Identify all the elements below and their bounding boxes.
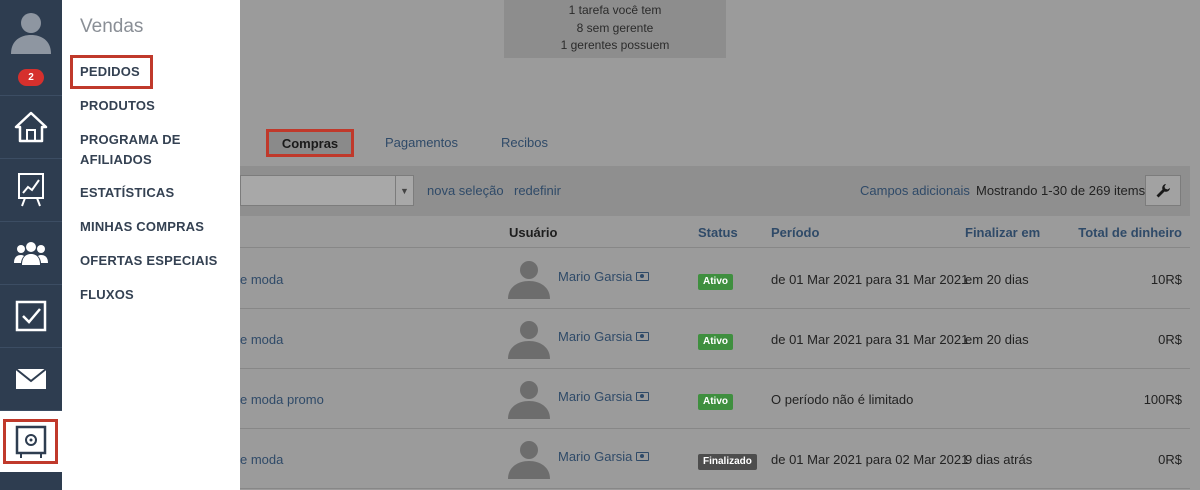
table-header: Usuário Status Período Finalizar em Tota… <box>240 216 1190 248</box>
money-icon <box>636 332 650 341</box>
pedidos-highlight <box>70 55 153 89</box>
user-name[interactable]: Mario Garsia <box>558 329 632 344</box>
user-name[interactable]: Mario Garsia <box>558 269 632 284</box>
sales-flyout-menu: Vendas PEDIDOS PRODUTOS PROGRAMA DE AFIL… <box>62 0 240 490</box>
column-periodo[interactable]: Período <box>771 225 819 240</box>
period-cell: O período não é limitado <box>771 392 914 407</box>
summary-line-tasks[interactable]: 1 tarefa você tem <box>504 2 726 20</box>
user-name[interactable]: Mario Garsia <box>558 449 632 464</box>
user-avatar-icon <box>508 261 550 299</box>
settings-button[interactable] <box>1145 175 1181 206</box>
period-cell: de 01 Mar 2021 para 31 Mar 2021 <box>771 332 969 347</box>
user-link[interactable]: Mario Garsia <box>558 389 650 404</box>
period-cell: de 01 Mar 2021 para 31 Mar 2021 <box>771 272 969 287</box>
status-cell: Ativo <box>698 392 733 410</box>
money-icon <box>636 452 650 461</box>
end-cell: em 20 dias <box>965 272 1029 287</box>
tasks-nav-item[interactable] <box>0 284 62 347</box>
total-cell: 100R$ <box>1143 392 1182 407</box>
tab-pagamentos[interactable]: Pagamentos <box>385 135 458 150</box>
items-count: Mostrando 1-30 de 269 items. <box>976 183 1149 198</box>
new-selection-link[interactable]: nova seleção <box>427 183 504 198</box>
notification-badge[interactable]: 2 <box>18 69 44 86</box>
menu-item-estatisticas[interactable]: ESTATÍSTICAS <box>80 183 174 203</box>
selection-dropdown[interactable]: ▼ <box>240 175 414 206</box>
status-badge: Ativo <box>698 274 733 290</box>
user-avatar[interactable] <box>0 0 62 62</box>
tab-recibos[interactable]: Recibos <box>501 135 548 150</box>
chart-icon <box>18 173 44 207</box>
left-icon-rail: 2 <box>0 0 62 490</box>
user-avatar-icon <box>508 321 550 359</box>
money-icon <box>636 272 650 281</box>
status-cell: Ativo <box>698 272 733 290</box>
status-cell: Finalizado <box>698 452 757 470</box>
total-cell: 0R$ <box>1158 452 1182 467</box>
home-icon <box>14 111 48 143</box>
money-icon <box>636 392 650 401</box>
user-avatar-icon <box>11 13 51 54</box>
column-usuario: Usuário <box>509 225 558 240</box>
user-link[interactable]: Mario Garsia <box>558 449 650 464</box>
reset-link[interactable]: redefinir <box>514 183 561 198</box>
users-icon <box>14 242 48 265</box>
tasks-icon <box>15 300 47 332</box>
subscription-name-link[interactable]: e moda <box>240 272 283 287</box>
user-avatar-icon <box>508 441 550 479</box>
menu-item-minhas-compras[interactable]: MINHAS COMPRAS <box>80 217 204 237</box>
home-nav-item[interactable] <box>0 95 62 158</box>
column-status[interactable]: Status <box>698 225 738 240</box>
status-badge: Ativo <box>698 334 733 350</box>
total-cell: 10R$ <box>1150 272 1182 287</box>
mail-nav-item[interactable] <box>0 347 62 410</box>
summary-line-managers[interactable]: 1 gerentes possuem <box>504 37 726 55</box>
status-badge: Finalizado <box>698 454 757 470</box>
subscription-name-link[interactable]: e moda <box>240 452 283 467</box>
table-row: e moda Mario Garsia Ativo de 01 Mar 2021… <box>240 309 1190 369</box>
menu-item-ofertas-especiais[interactable]: OFERTAS ESPECIAIS <box>80 251 218 271</box>
end-cell: 9 dias atrás <box>965 452 1033 467</box>
table-row: e moda promo Mario Garsia Ativo O períod… <box>240 369 1190 429</box>
table-row: e moda Mario Garsia Ativo de 01 Mar 2021… <box>240 249 1190 309</box>
period-cell: de 01 Mar 2021 para 02 Mar 2021 <box>771 452 969 467</box>
subscription-name-link[interactable]: e moda promo <box>240 392 324 407</box>
user-name[interactable]: Mario Garsia <box>558 389 632 404</box>
menu-item-fluxos[interactable]: FLUXOS <box>80 285 134 305</box>
mail-icon <box>15 368 47 389</box>
menu-item-programa-de-afiliados[interactable]: PROGRAMA DE AFILIADOS <box>80 130 210 170</box>
chevron-down-icon[interactable]: ▼ <box>395 176 413 205</box>
menu-title: Vendas <box>80 16 144 37</box>
tab-compras[interactable]: Compras <box>266 129 354 157</box>
column-finalizar-em[interactable]: Finalizar em <box>965 225 1040 240</box>
status-badge: Ativo <box>698 394 733 410</box>
tasks-summary: 1 tarefa você tem 8 sem gerente 1 gerent… <box>504 0 726 58</box>
statistics-nav-item[interactable] <box>0 158 62 221</box>
end-cell: em 20 dias <box>965 332 1029 347</box>
sales-nav-highlight <box>3 419 58 464</box>
user-link[interactable]: Mario Garsia <box>558 329 650 344</box>
user-avatar-icon <box>508 381 550 419</box>
summary-line-no-manager[interactable]: 8 sem gerente <box>504 20 726 38</box>
column-total-de-dinheiro[interactable]: Total de dinheiro <box>1078 225 1182 240</box>
menu-item-produtos[interactable]: PRODUTOS <box>80 96 155 116</box>
wrench-icon <box>1156 183 1170 197</box>
table-toolbar: ▼ nova seleção redefinir Campos adiciona… <box>240 166 1190 216</box>
contacts-nav-item[interactable] <box>0 221 62 284</box>
subscription-name-link[interactable]: e moda <box>240 332 283 347</box>
total-cell: 0R$ <box>1158 332 1182 347</box>
status-cell: Ativo <box>698 332 733 350</box>
user-link[interactable]: Mario Garsia <box>558 269 650 284</box>
table-row: e moda Mario Garsia Finalizado de 01 Mar… <box>240 429 1190 489</box>
additional-fields-link[interactable]: Campos adicionais <box>860 183 970 198</box>
